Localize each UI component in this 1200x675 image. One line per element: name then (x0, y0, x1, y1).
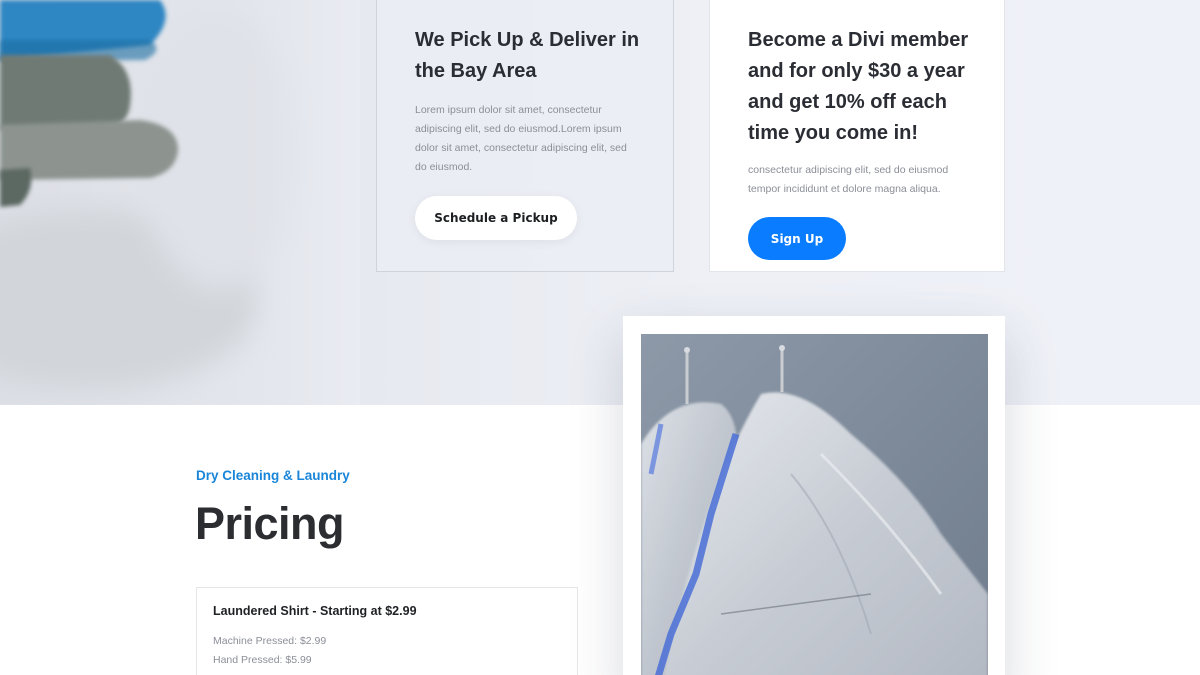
dry-cleaning-photo-frame (623, 316, 1005, 675)
price-line-machine-pressed: Machine Pressed: $2.99 (213, 635, 327, 647)
pickup-card-title: We Pick Up & Deliver in the Bay Area (415, 29, 640, 82)
garments-in-plastic-photo (641, 334, 988, 675)
membership-card-text: consectetur adipiscing elit, sed do eius… (748, 164, 949, 195)
price-line-hand-pressed: Hand Pressed: $5.99 (213, 654, 312, 666)
sign-up-button[interactable]: Sign Up (748, 217, 846, 260)
price-item-name: Laundered Shirt - Starting at $2.99 (213, 604, 417, 618)
pickup-card-text: Lorem ipsum dolor sit amet, consectetur … (415, 104, 627, 173)
pricing-eyebrow: Dry Cleaning & Laundry (196, 468, 350, 483)
schedule-pickup-button[interactable]: Schedule a Pickup (415, 196, 577, 240)
membership-card-title: Become a Divi member and for only $30 a … (748, 29, 969, 144)
membership-card: Become a Divi member and for only $30 a … (709, 0, 1005, 272)
folded-laundry-photo (0, 0, 360, 405)
price-item-lines: Machine Pressed: $2.99 Hand Pressed: $5.… (213, 632, 561, 670)
pickup-delivery-card: We Pick Up & Deliver in the Bay Area Lor… (376, 0, 674, 272)
price-item-card: Laundered Shirt - Starting at $2.99 Mach… (196, 587, 578, 675)
hero-section: We Pick Up & Deliver in the Bay Area Lor… (0, 0, 1200, 405)
pricing-title: Pricing (195, 498, 345, 549)
